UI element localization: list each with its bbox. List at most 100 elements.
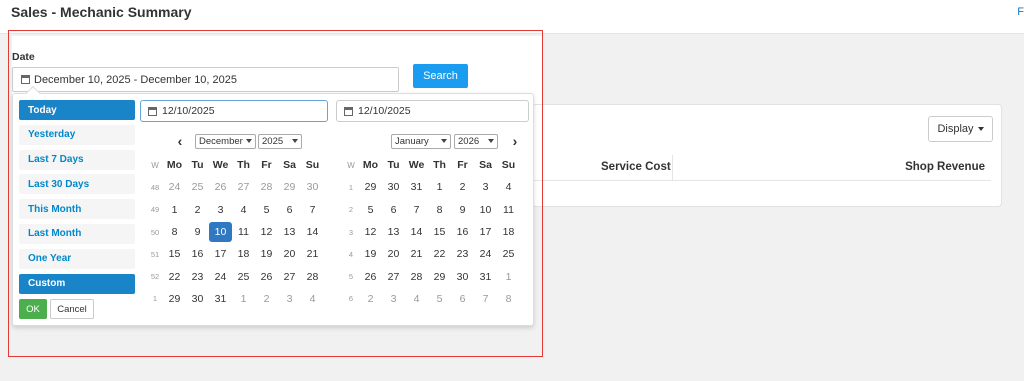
day-cell[interactable]: 13	[278, 226, 301, 238]
day-cell[interactable]: 28	[301, 271, 324, 283]
day-cell[interactable]: 7	[301, 204, 324, 216]
day-cell[interactable]: 27	[232, 181, 255, 193]
day-cell[interactable]: 4	[497, 181, 520, 193]
day-cell[interactable]: 7	[474, 293, 497, 305]
day-cell[interactable]: 4	[301, 293, 324, 305]
day-cell[interactable]: 15	[163, 248, 186, 260]
day-cell[interactable]: 17	[474, 226, 497, 238]
day-cell[interactable]: 2	[255, 293, 278, 305]
day-cell[interactable]: 2	[451, 181, 474, 193]
day-cell[interactable]: 9	[451, 204, 474, 216]
day-cell[interactable]: 14	[301, 226, 324, 238]
right-year-select[interactable]: 2026	[454, 133, 498, 149]
day-cell[interactable]: 14	[405, 226, 428, 238]
day-cell[interactable]: 28	[405, 271, 428, 283]
day-cell[interactable]: 1	[497, 271, 520, 283]
day-cell[interactable]: 31	[209, 293, 232, 305]
day-cell[interactable]: 11	[497, 204, 520, 216]
day-cell[interactable]: 29	[278, 181, 301, 193]
day-cell[interactable]: 19	[255, 248, 278, 260]
day-cell[interactable]: 1	[232, 293, 255, 305]
day-cell[interactable]: 6	[451, 293, 474, 305]
day-cell[interactable]: 5	[255, 204, 278, 216]
selected-day-cell[interactable]: 10	[209, 222, 232, 243]
day-cell[interactable]: 23	[186, 271, 209, 283]
day-cell[interactable]: 2	[186, 204, 209, 216]
range-last-7-days[interactable]: Last 7 Days	[19, 149, 135, 170]
day-cell[interactable]: 24	[209, 271, 232, 283]
day-cell[interactable]: 1	[163, 204, 186, 216]
day-cell[interactable]: 8	[163, 226, 186, 238]
range-yesterday[interactable]: Yesterday	[19, 124, 135, 145]
day-cell[interactable]: 20	[278, 248, 301, 260]
day-cell[interactable]: 3	[382, 293, 405, 305]
day-cell[interactable]: 25	[186, 181, 209, 193]
range-last-30-days[interactable]: Last 30 Days	[19, 174, 135, 195]
day-cell[interactable]: 18	[497, 226, 520, 238]
day-cell[interactable]: 29	[428, 271, 451, 283]
day-cell[interactable]: 16	[186, 248, 209, 260]
day-cell[interactable]: 4	[232, 204, 255, 216]
column-header-shop-revenue[interactable]: Shop Revenue	[905, 161, 985, 173]
day-cell[interactable]: 26	[209, 181, 232, 193]
day-cell[interactable]: 21	[405, 248, 428, 260]
day-cell[interactable]: 5	[428, 293, 451, 305]
day-cell[interactable]: 21	[301, 248, 324, 260]
range-one-year[interactable]: One Year	[19, 248, 135, 269]
day-cell[interactable]: 31	[405, 181, 428, 193]
day-cell[interactable]: 3	[209, 204, 232, 216]
day-cell[interactable]: 2	[359, 293, 382, 305]
date-range-input[interactable]: December 10, 2025 - December 10, 2025	[12, 67, 399, 92]
day-cell[interactable]: 12	[255, 226, 278, 238]
day-cell[interactable]: 19	[359, 248, 382, 260]
column-header-service-cost[interactable]: Service Cost	[601, 161, 671, 173]
day-cell[interactable]: 27	[278, 271, 301, 283]
ok-button[interactable]: OK	[19, 299, 47, 319]
day-cell[interactable]: 8	[428, 204, 451, 216]
range-today[interactable]: Today	[19, 100, 135, 120]
day-cell[interactable]: 26	[255, 271, 278, 283]
day-cell[interactable]: 22	[163, 271, 186, 283]
day-cell[interactable]: 22	[428, 248, 451, 260]
day-cell[interactable]: 6	[278, 204, 301, 216]
display-dropdown-button[interactable]: Display	[928, 116, 993, 142]
day-cell[interactable]: 27	[382, 271, 405, 283]
day-cell[interactable]: 3	[278, 293, 301, 305]
day-cell[interactable]: 15	[428, 226, 451, 238]
start-date-input[interactable]: 12/10/2025	[140, 100, 328, 122]
end-date-input[interactable]: 12/10/2025	[336, 100, 529, 122]
range-custom[interactable]: Custom	[19, 273, 135, 294]
day-cell[interactable]: 29	[163, 293, 186, 305]
day-cell[interactable]: 30	[186, 293, 209, 305]
day-cell[interactable]: 9	[186, 226, 209, 238]
day-cell[interactable]: 28	[255, 181, 278, 193]
right-month-select[interactable]: January	[391, 133, 451, 149]
left-year-select[interactable]: 2025	[258, 133, 302, 149]
day-cell[interactable]: 3	[474, 181, 497, 193]
day-cell[interactable]: 26	[359, 271, 382, 283]
day-cell[interactable]: 24	[474, 248, 497, 260]
day-cell[interactable]: 4	[405, 293, 428, 305]
day-cell[interactable]: 6	[382, 204, 405, 216]
day-cell[interactable]: 12	[359, 226, 382, 238]
day-cell[interactable]: 17	[209, 248, 232, 260]
day-cell[interactable]: 16	[451, 226, 474, 238]
left-month-select[interactable]: December	[195, 133, 256, 149]
day-cell[interactable]: 31	[474, 271, 497, 283]
day-cell[interactable]: 23	[451, 248, 474, 260]
day-cell[interactable]: 20	[382, 248, 405, 260]
range-last-month[interactable]: Last Month	[19, 223, 135, 244]
day-cell[interactable]: 25	[497, 248, 520, 260]
day-cell[interactable]: 5	[359, 204, 382, 216]
top-right-link[interactable]: F	[1017, 6, 1024, 18]
range-this-month[interactable]: This Month	[19, 199, 135, 220]
chevron-left-icon[interactable]: ‹	[173, 133, 187, 149]
day-cell[interactable]: 30	[301, 181, 324, 193]
day-cell[interactable]: 24	[163, 181, 186, 193]
day-cell[interactable]: 11	[232, 226, 255, 238]
day-cell[interactable]: 1	[428, 181, 451, 193]
day-cell[interactable]: 7	[405, 204, 428, 216]
day-cell[interactable]: 8	[497, 293, 520, 305]
day-cell[interactable]: 29	[359, 181, 382, 193]
day-cell[interactable]: 30	[382, 181, 405, 193]
